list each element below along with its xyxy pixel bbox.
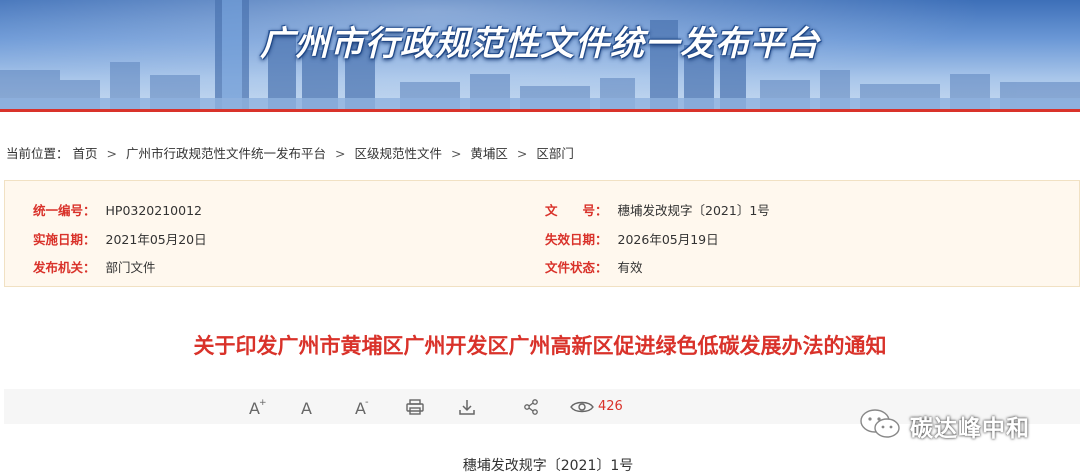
breadcrumb: 当前位置： 首页 > 广州市行政规范性文件统一发布平台 > 区级规范性文件 > … (6, 143, 574, 162)
breadcrumb-separator: > (106, 146, 117, 161)
issuer-label: 发布机关： (33, 260, 96, 275)
breadcrumb-separator: > (516, 146, 528, 161)
info-issuer: 发布机关： 部门文件 (33, 257, 156, 276)
breadcrumb-item-huangpu[interactable]: 黄埔区 (470, 143, 508, 162)
info-expire: 失效日期： 2026年05月19日 (545, 229, 719, 248)
expire-label: 失效日期： (545, 232, 608, 247)
wechat-icon (858, 408, 902, 444)
watermark-text: 碳达峰中和 (910, 416, 1030, 442)
document-title: 关于印发广州市黄埔区广州开发区广州高新区促进绿色低碳发展办法的通知 (193, 334, 887, 358)
font-decrease-icon[interactable]: A- (350, 389, 376, 424)
view-count-value: 426 (598, 399, 623, 414)
header-banner: 广州市行政规范性文件统一发布平台 (0, 0, 1080, 112)
download-icon[interactable] (454, 389, 480, 424)
docno-value: 穗埔发改规字〔2021〕1号 (617, 203, 770, 218)
print-icon[interactable] (402, 389, 428, 424)
issuer-value: 部门文件 (105, 260, 156, 275)
breadcrumb-item-department[interactable]: 区部门 (536, 143, 574, 162)
breadcrumb-separator: > (334, 146, 346, 161)
document-number: 穗埔发改规字〔2021〕1号 (462, 458, 634, 472)
breadcrumb-item-district-docs[interactable]: 区级规范性文件 (354, 143, 442, 162)
serial-label: 统一编号： (33, 203, 96, 218)
status-value: 有效 (617, 260, 643, 275)
svg-text:A: A (301, 399, 312, 417)
effective-value: 2021年05月20日 (105, 232, 207, 247)
view-count: 426 (570, 389, 630, 424)
share-icon[interactable] (518, 389, 544, 424)
docno-label: 文 号： (545, 203, 608, 218)
document-info-panel: 统一编号： HP0320210012 文 号： 穗埔发改规字〔2021〕1号 实施日… (4, 180, 1080, 287)
breadcrumb-prefix: 当前位置： (6, 146, 69, 161)
svg-text:-: - (365, 397, 369, 408)
banner-divider (0, 109, 1080, 112)
info-docno: 文 号： 穗埔发改规字〔2021〕1号 (545, 200, 770, 219)
effective-label: 实施日期： (33, 232, 96, 247)
status-label: 文件状态： (545, 260, 608, 275)
info-effective: 实施日期： 2021年05月20日 (33, 229, 207, 248)
info-status: 文件状态： 有效 (545, 257, 643, 276)
serial-value: HP0320210012 (105, 203, 202, 218)
expire-value: 2026年05月19日 (617, 232, 719, 247)
breadcrumb-separator: > (450, 146, 462, 161)
breadcrumb-item-platform[interactable]: 广州市行政规范性文件统一发布平台 (126, 143, 326, 162)
banner-title: 广州市行政规范性文件统一发布平台 (260, 24, 820, 64)
font-normal-icon[interactable]: A (296, 389, 320, 424)
info-serial: 统一编号： HP0320210012 (33, 200, 202, 219)
svg-text:+: + (259, 398, 267, 408)
eye-icon (570, 399, 594, 415)
breadcrumb-item-home[interactable]: 首页 (73, 143, 98, 162)
font-increase-icon[interactable]: A + (244, 389, 270, 424)
wechat-watermark: 碳达峰中和 (858, 408, 1030, 444)
